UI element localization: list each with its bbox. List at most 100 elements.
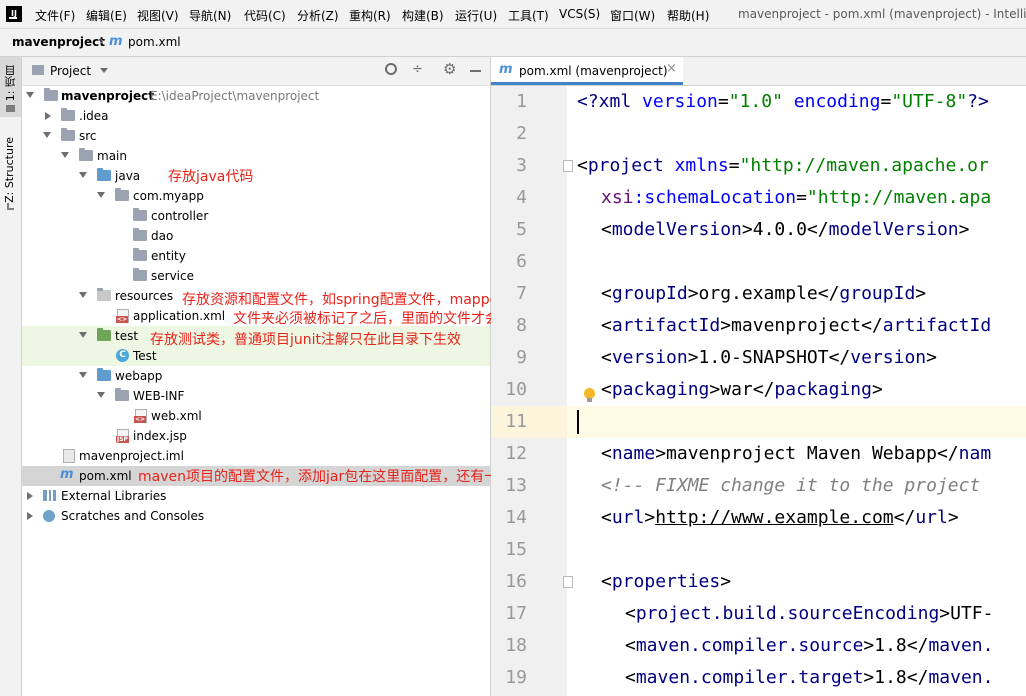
fold-marker-icon[interactable] (563, 576, 573, 588)
line-number: 13 (505, 475, 527, 496)
tree-row-mavenproject[interactable]: mavenproject E:\ideaProject\mavenproject (22, 86, 490, 106)
menu-tools[interactable]: 工具(T) (508, 7, 549, 24)
code-token: > (947, 507, 959, 528)
tree-row-index-jsp[interactable]: JSP index.jsp (22, 426, 490, 446)
folder-icon (79, 148, 93, 161)
tree-row-external-libraries[interactable]: External Libraries (22, 486, 490, 506)
code-line-9: <version>1.0-SNAPSHOT</version> (601, 347, 937, 368)
line-number: 4 (516, 187, 527, 208)
tree-row-web-xml[interactable]: <> web.xml (22, 406, 490, 426)
line-number: 8 (516, 315, 527, 336)
code-token: < (601, 315, 612, 336)
tree-row-scratches[interactable]: Scratches and Consoles (22, 506, 490, 526)
code-token: version (850, 347, 927, 368)
structure-tool-tab[interactable]: Z: Structure (3, 137, 16, 203)
menu-analyze[interactable]: 分析(Z) (297, 7, 339, 24)
line-number: 9 (516, 347, 527, 368)
menu-refactor[interactable]: 重构(R) (349, 7, 391, 24)
code-token: <!-- FIXME change it to the project (601, 475, 981, 496)
web-folder-icon (97, 368, 111, 381)
code-token: = (717, 91, 729, 112)
expand-arrow-icon[interactable] (97, 192, 105, 198)
tree-label: main (97, 149, 127, 163)
menu-code[interactable]: 代码(C) (244, 7, 286, 24)
code-token: >1.0-SNAPSHOT</ (687, 347, 851, 368)
expand-arrow-icon[interactable] (97, 392, 105, 398)
expand-arrow-icon[interactable] (26, 92, 34, 98)
expand-arrow-icon[interactable] (79, 292, 87, 298)
tree-row-main[interactable]: main (22, 146, 490, 166)
code-token: maven.compiler.source (635, 635, 864, 656)
resources-folder-icon (97, 288, 111, 301)
code-token: project (587, 155, 675, 176)
tree-row-web-inf[interactable]: WEB-INF (22, 386, 490, 406)
tree-label: test (115, 329, 139, 343)
code-token: encoding (793, 91, 881, 112)
tree-row-iml[interactable]: mavenproject.iml (22, 446, 490, 466)
line-number: 11 (505, 411, 527, 432)
tree-path: E:\ideaProject\mavenproject (150, 89, 320, 103)
tab-pom-xml[interactable]: m pom.xml (mavenproject) × (491, 57, 683, 85)
code-token: packaging (611, 379, 710, 400)
code-token: project.build.sourceEncoding (635, 603, 940, 624)
expand-arrow-icon[interactable] (61, 152, 69, 158)
menu-file[interactable]: 文件(F) (35, 7, 75, 24)
expand-arrow-icon[interactable] (45, 112, 51, 120)
code-token: > (871, 379, 883, 400)
menu-window[interactable]: 窗口(W) (610, 7, 655, 24)
menu-build[interactable]: 构建(B) (402, 7, 444, 24)
fold-marker-icon[interactable] (563, 160, 573, 172)
close-icon[interactable]: × (666, 61, 677, 76)
tree-row-src[interactable]: src (22, 126, 490, 146)
breadcrumb-project[interactable]: mavenproject (12, 35, 105, 49)
expand-arrow-icon[interactable] (43, 132, 51, 138)
collapse-all-icon[interactable]: ÷ (412, 62, 423, 77)
tree-row-entity[interactable]: entity (22, 246, 490, 266)
chevron-down-icon[interactable] (100, 68, 108, 73)
locate-icon[interactable] (385, 63, 397, 75)
menu-vcs[interactable]: VCS(S) (559, 7, 600, 21)
menu-run[interactable]: 运行(U) (455, 7, 497, 24)
code-token: artifactId (882, 315, 992, 336)
code-line-19: <maven.compiler.target>1.8</maven. (625, 667, 993, 688)
code-token: maven. (928, 667, 994, 688)
tree-label: controller (151, 209, 209, 223)
code-token: artifactId (611, 315, 721, 336)
tree-row-idea[interactable]: .idea (22, 106, 490, 126)
project-panel-header: Project ÷ ⚙ (22, 57, 490, 86)
line-number: 16 (505, 571, 527, 592)
hide-panel-icon[interactable] (470, 70, 481, 72)
scratches-icon (43, 510, 55, 522)
expand-arrow-icon[interactable] (79, 172, 87, 178)
code-token: >1.8</ (863, 667, 929, 688)
tree-row-java[interactable]: java (22, 166, 490, 186)
tree-row-com-myapp[interactable]: com.myapp (22, 186, 490, 206)
code-token: >mavenproject Maven Webapp</ (655, 443, 959, 464)
gear-icon[interactable]: ⚙ (443, 60, 456, 78)
code-line-10: <packaging>war</packaging> (601, 379, 883, 400)
line-number: 1 (516, 91, 527, 112)
tree-row-service[interactable]: service (22, 266, 490, 286)
editor-pane[interactable] (491, 57, 1026, 696)
expand-arrow-icon[interactable] (79, 332, 87, 338)
code-token: name (611, 443, 656, 464)
breadcrumb-file[interactable]: pom.xml (128, 35, 181, 49)
code-line-17: <project.build.sourceEncoding>UTF- (625, 603, 993, 624)
tree-row-webapp[interactable]: webapp (22, 366, 490, 386)
tree-row-test-class[interactable]: C Test (22, 346, 490, 366)
expand-arrow-icon[interactable] (27, 512, 33, 520)
menu-navigate[interactable]: 导航(N) (189, 7, 231, 24)
menu-help[interactable]: 帮助(H) (667, 7, 709, 24)
code-line-14: <url>http://www.example.com</url> (601, 507, 959, 528)
tree-row-dao[interactable]: dao (22, 226, 490, 246)
expand-arrow-icon[interactable] (79, 372, 87, 378)
menu-view[interactable]: 视图(V) (137, 7, 179, 24)
tree-row-controller[interactable]: controller (22, 206, 490, 226)
code-link[interactable]: http://www.example.com (655, 507, 893, 528)
expand-arrow-icon[interactable] (27, 492, 33, 500)
code-token: <?xml (577, 91, 643, 112)
code-token: "http://maven.apache.or (739, 155, 989, 176)
menu-edit[interactable]: 编辑(E) (86, 7, 127, 24)
project-panel-title[interactable]: Project (50, 64, 91, 78)
project-tool-tab[interactable]: 1: 项目 (3, 65, 19, 101)
